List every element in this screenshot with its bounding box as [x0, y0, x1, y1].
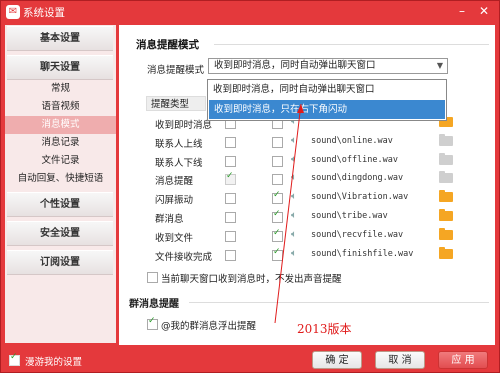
- apply-button[interactable]: 应 用: [438, 351, 488, 369]
- roam-label: 漫游我的设置: [25, 357, 83, 368]
- window-title: 系统设置: [23, 7, 65, 19]
- ok-button[interactable]: 确 定: [312, 351, 362, 369]
- sidebar-chat[interactable]: 聊天设置: [7, 55, 113, 80]
- sidebar-personal[interactable]: 个性设置: [7, 192, 113, 217]
- sidebar-item-file-log[interactable]: 文件记录: [5, 152, 116, 170]
- sidebar-item-voice-video[interactable]: 语音视频: [5, 98, 116, 116]
- sidebar-security[interactable]: 安全设置: [7, 221, 113, 246]
- app-logo-icon: ✉: [6, 5, 20, 19]
- close-icon[interactable]: ✕: [475, 3, 493, 19]
- sidebar: 基本设置 聊天设置 常规 语音视频 消息模式 消息记录 文件记录 自动回复、快捷…: [5, 25, 116, 343]
- annotation-arrow: [274, 103, 304, 324]
- roam-checkbox[interactable]: [9, 352, 20, 366]
- sidebar-subscription[interactable]: 订阅设置: [7, 250, 113, 275]
- sidebar-item-auto-reply[interactable]: 自动回复、快捷短语: [5, 170, 116, 188]
- minimize-icon[interactable]: –: [453, 3, 471, 19]
- settings-panel: 消息提醒模式 消息提醒模式 收到即时消息，同时自动弹出聊天窗口 ▼ 提醒类型 收…: [119, 25, 495, 345]
- sidebar-item-general[interactable]: 常规: [5, 80, 116, 98]
- cancel-button[interactable]: 取 消: [375, 351, 425, 369]
- sidebar-basic[interactable]: 基本设置: [7, 26, 113, 51]
- footer-bar: 漫游我的设置 确 定 取 消 应 用: [1, 345, 499, 374]
- title-bar: ✉ 系统设置 – ✕: [1, 1, 499, 23]
- sidebar-item-message-log[interactable]: 消息记录: [5, 134, 116, 152]
- settings-window: ✉ 系统设置 – ✕ 基本设置 聊天设置 常规 语音视频 消息模式 消息记录 文…: [0, 0, 500, 373]
- sidebar-item-message-mode[interactable]: 消息模式: [5, 116, 116, 134]
